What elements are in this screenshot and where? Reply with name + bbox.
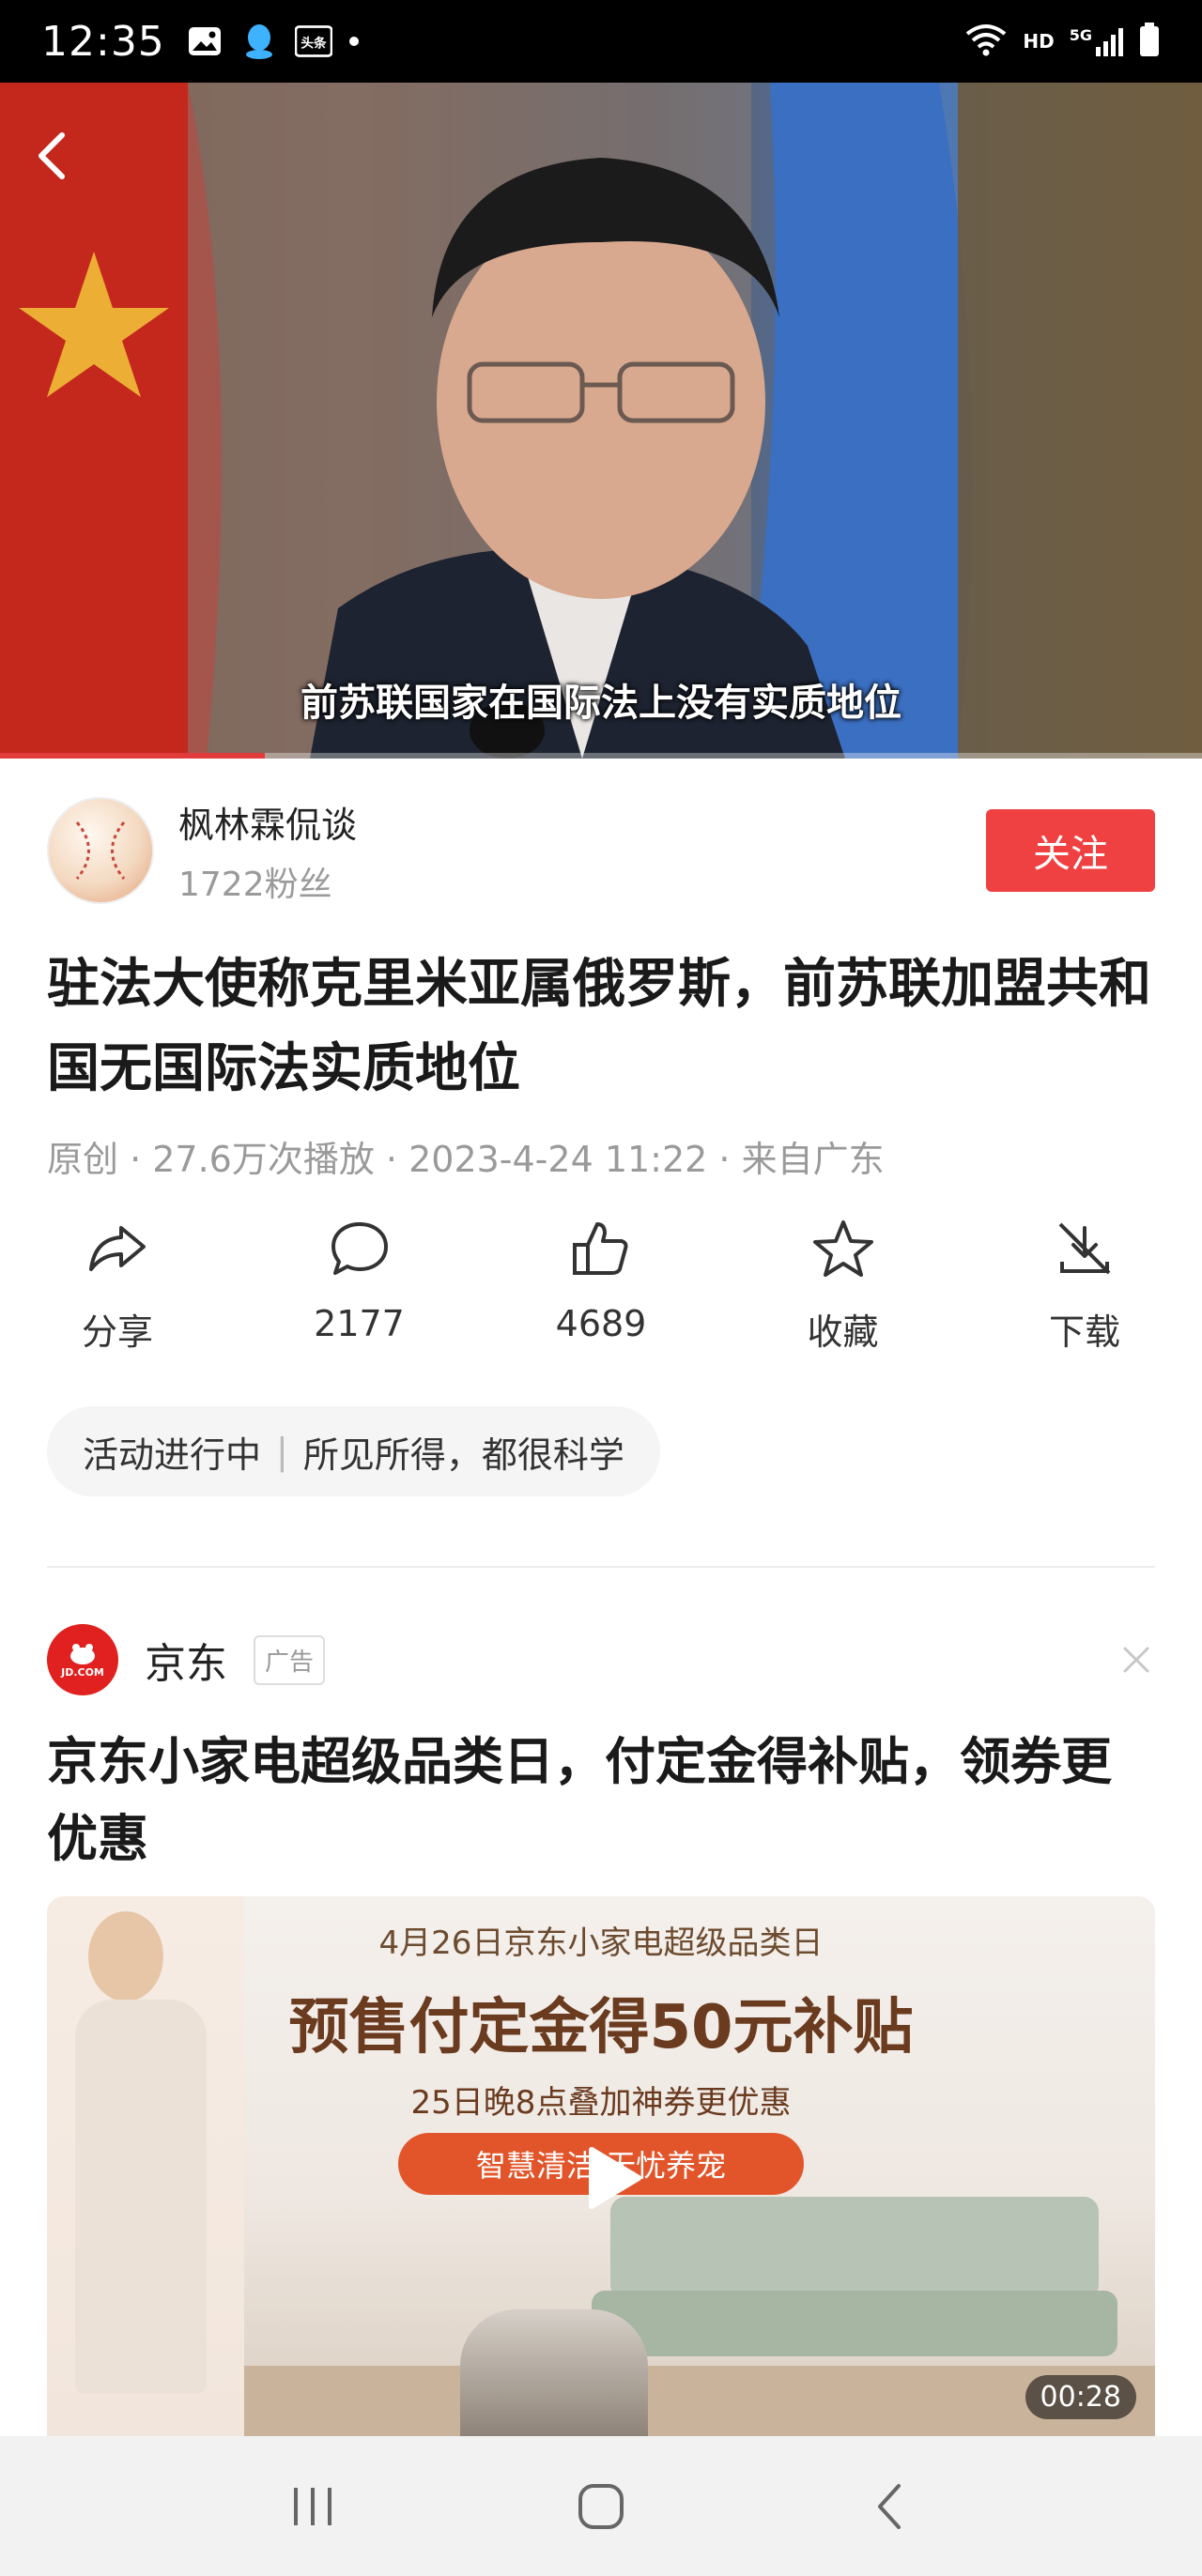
- battery-icon: [1138, 22, 1161, 62]
- status-system-icons: HD 5G: [964, 22, 1161, 62]
- comment-icon: [331, 1222, 388, 1275]
- notification-dot: [348, 37, 359, 46]
- qq-icon: [240, 23, 278, 60]
- status-notification-icons: 头条: [186, 23, 359, 60]
- share-label: 分享: [81, 1311, 153, 1353]
- activity-banner[interactable]: 活动进行中 | 所见所得，都很科学: [47, 1406, 660, 1496]
- system-nav-bar: [0, 2436, 1202, 2576]
- close-icon: [1123, 1647, 1149, 1673]
- video-progress-fill: [0, 753, 265, 759]
- author-name[interactable]: 枫林霖侃谈: [178, 796, 357, 848]
- comment-button[interactable]: 2177: [289, 1215, 430, 1374]
- ad-media-line2: 25日晚8点叠加神券更优惠: [410, 2084, 792, 2122]
- recents-icon: [294, 2487, 332, 2525]
- toutiao-icon: 头条: [294, 23, 332, 60]
- like-icon: [573, 1222, 628, 1275]
- video-progress-bar[interactable]: [0, 753, 1202, 759]
- jd-logo[interactable]: JD.COM: [47, 1624, 118, 1695]
- status-bar: 12:35 头条 HD 5G: [0, 0, 1202, 83]
- toutiao-label: 头条: [300, 35, 327, 51]
- favorite-label: 收藏: [807, 1311, 879, 1353]
- hd-icon: HD: [1023, 30, 1055, 53]
- activity-separator: |: [276, 1431, 288, 1472]
- ad-close-button[interactable]: [1117, 1641, 1155, 1679]
- ad-sofa: [610, 2197, 1099, 2300]
- favorite-button[interactable]: 收藏: [773, 1215, 914, 1374]
- share-button[interactable]: 分享: [47, 1215, 188, 1374]
- avatar[interactable]: [47, 797, 154, 904]
- activity-text: 所见所得，都很科学: [302, 1434, 624, 1476]
- 5g-signal-icon: 5G: [1070, 26, 1123, 56]
- download-icon: [1058, 1222, 1111, 1275]
- activity-status: 活动进行中: [83, 1434, 262, 1476]
- home-button[interactable]: [568, 2474, 634, 2539]
- ad-media-headline: 预售付定金得50元补贴: [288, 1993, 914, 2062]
- download-button[interactable]: 下载: [1014, 1215, 1155, 1374]
- jd-dog-icon: [70, 1643, 95, 1664]
- ad-model-image: [47, 1896, 244, 2436]
- ad-dog-image: [460, 2309, 648, 2436]
- back-icon: [877, 2483, 901, 2529]
- status-time: 12:35: [41, 17, 165, 66]
- video-subtitle: 前苏联国家在国际法上没有实质地位: [300, 682, 902, 725]
- article-meta: 原创 · 27.6万次播放 · 2023-4-24 11:22 · 来自广东: [47, 1139, 885, 1180]
- like-button[interactable]: 4689: [531, 1215, 671, 1374]
- video-player[interactable]: 前苏联国家在国际法上没有实质地位: [0, 83, 1202, 759]
- section-divider: [47, 1566, 1155, 1568]
- screen: { "status_bar": { "time": "12:35", "left…: [0, 0, 1202, 2576]
- ad-sofa-seat: [592, 2291, 1117, 2356]
- share-icon: [89, 1226, 146, 1271]
- like-count: 4689: [555, 1303, 647, 1344]
- ad-duration: 00:28: [1025, 2375, 1136, 2419]
- video-frame: [0, 83, 1202, 759]
- author-fans: 1722粉丝: [178, 865, 332, 904]
- ad-media-line1: 4月26日京东小家电超级品类日: [378, 1924, 824, 1962]
- system-back-button[interactable]: [856, 2474, 922, 2539]
- 5g-label: 5G: [1069, 26, 1092, 44]
- action-bar: 分享 2177 4689 收藏 下载: [47, 1215, 1155, 1374]
- play-button[interactable]: [573, 2140, 648, 2216]
- ad-title[interactable]: 京东小家电超级品类日，付定金得补贴，领券更优惠: [47, 1724, 1155, 1878]
- follow-button[interactable]: 关注: [986, 809, 1155, 892]
- recents-button[interactable]: [280, 2474, 346, 2539]
- author-row: 枫林霖侃谈 1722粉丝 关注: [47, 794, 1155, 907]
- ad-header: JD.COM 京东 广告: [47, 1624, 1155, 1695]
- download-label: 下载: [1048, 1311, 1120, 1353]
- play-icon: [589, 2147, 641, 2209]
- wifi-icon: [964, 23, 1008, 61]
- gallery-icon: [186, 23, 223, 60]
- home-icon: [578, 2483, 624, 2529]
- ad-brand[interactable]: 京东: [145, 1630, 227, 1690]
- star-icon: [812, 1220, 873, 1277]
- back-button[interactable]: [28, 118, 75, 193]
- ad-badge: 广告: [254, 1634, 326, 1685]
- author-meta: 枫林霖侃谈 1722粉丝: [178, 796, 357, 906]
- jd-logo-text: JD.COM: [61, 1665, 104, 1679]
- ad-video[interactable]: 4月26日京东小家电超级品类日 预售付定金得50元补贴 25日晚8点叠加神券更优…: [47, 1896, 1155, 2436]
- comment-count: 2177: [314, 1303, 405, 1344]
- article-title: 驻法大使称克里米亚属俄罗斯，前苏联加盟共和国无国际法实质地位: [47, 954, 1151, 1099]
